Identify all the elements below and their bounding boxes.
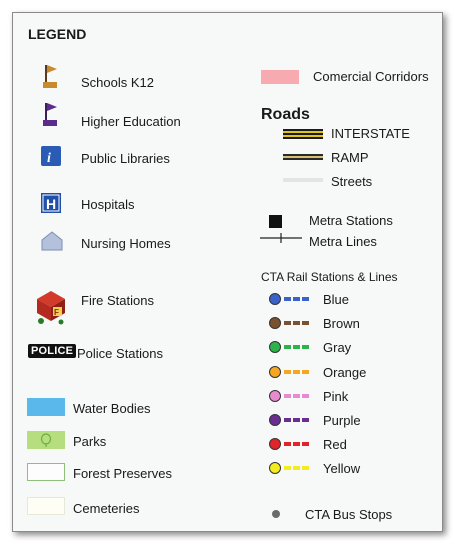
cta-line-label: Yellow — [323, 461, 361, 476]
cta-line-dash — [302, 345, 309, 349]
cta-station-circle-icon — [269, 438, 281, 450]
commercial-swatch — [261, 70, 299, 84]
roads-title: Roads — [261, 106, 310, 123]
cemeteries-label: Cemeteries — [73, 501, 140, 516]
cta-title: CTA Rail Stations & Lines — [261, 270, 398, 284]
water-bodies-label: Water Bodies — [73, 401, 151, 416]
cta-line-dash — [302, 321, 309, 325]
higher-education-label: Higher Education — [81, 114, 181, 129]
streets-line-icon — [283, 178, 323, 182]
fire-station-icon: F — [37, 291, 65, 325]
water-swatch — [27, 398, 65, 416]
cta-line-dash — [284, 321, 291, 325]
cta-line-label: Gray — [323, 340, 352, 355]
cta-line-dash — [284, 370, 291, 374]
hospitals-label: Hospitals — [81, 197, 135, 212]
cta-line-label: Blue — [323, 292, 350, 307]
cta-line-dash — [293, 370, 300, 374]
cta-line-dash — [293, 345, 300, 349]
cta-line-dash — [302, 370, 309, 374]
parks-label: Parks — [73, 434, 107, 449]
higher-education-flag-icon — [43, 103, 57, 126]
cta-line-dash — [293, 442, 300, 446]
cta-line-dash — [293, 321, 300, 325]
school-flag-icon — [43, 65, 57, 88]
library-icon: i — [41, 146, 61, 166]
cta-line-dash — [284, 442, 291, 446]
police-badge-icon: POLICE — [28, 344, 77, 358]
cta-line-label: Brown — [323, 316, 360, 331]
cta-station-circle-icon — [269, 317, 281, 329]
cta-station-circle-icon — [269, 462, 281, 474]
bus-stop-icon — [272, 510, 280, 518]
interstate-line-icon — [283, 129, 323, 139]
police-stations-label: Police Stations — [77, 346, 163, 361]
legend-panel: LEGEND Schools K12 Higher Education i Pu… — [12, 12, 443, 532]
cemeteries-swatch — [27, 497, 65, 515]
streets-label: Streets — [331, 174, 373, 189]
bus-stops-label: CTA Bus Stops — [305, 507, 393, 522]
cta-line-dash — [284, 297, 291, 301]
cta-line-dash — [293, 466, 300, 470]
metra-line-icon — [260, 233, 302, 243]
forest-swatch — [27, 463, 65, 481]
ramp-line-icon — [283, 154, 323, 160]
cta-line-label: Purple — [323, 413, 361, 428]
cta-line-dash — [302, 466, 309, 470]
metra-lines-label: Metra Lines — [309, 234, 377, 249]
metra-stations-label: Metra Stations — [309, 213, 393, 228]
cta-line-dash — [302, 394, 309, 398]
cta-station-circle-icon — [269, 341, 281, 353]
cta-line-dash — [284, 394, 291, 398]
cta-line-dash — [293, 394, 300, 398]
metra-station-icon — [269, 215, 282, 228]
fire-stations-label: Fire Stations — [81, 293, 154, 308]
svg-text:H: H — [46, 196, 56, 212]
cta-line-dash — [302, 442, 309, 446]
cta-line-dash — [284, 418, 291, 422]
cta-line-label: Red — [323, 437, 347, 452]
cta-line-dash — [293, 418, 300, 422]
svg-text:i: i — [47, 151, 51, 166]
cta-station-circle-icon — [269, 293, 281, 305]
commercial-label: Comercial Corridors — [313, 69, 429, 84]
cta-line-dash — [284, 466, 291, 470]
cta-line-dash — [284, 345, 291, 349]
legend-title: LEGEND — [28, 26, 87, 42]
cta-line-label: Orange — [323, 365, 367, 380]
nursing-homes-label: Nursing Homes — [81, 236, 171, 251]
nursing-home-icon — [41, 231, 63, 251]
cta-line-label: Pink — [323, 389, 349, 404]
schools-label: Schools K12 — [81, 75, 154, 90]
cta-line-dash — [293, 297, 300, 301]
cta-station-circle-icon — [269, 390, 281, 402]
cta-station-circle-icon — [269, 414, 281, 426]
forest-preserves-label: Forest Preserves — [73, 466, 172, 481]
cta-line-dash — [302, 297, 309, 301]
svg-text:F: F — [54, 308, 59, 317]
cta-station-circle-icon — [269, 366, 281, 378]
libraries-label: Public Libraries — [81, 151, 170, 166]
ramp-label: RAMP — [331, 150, 369, 165]
interstate-label: INTERSTATE — [331, 126, 410, 141]
hospital-icon: H — [41, 193, 61, 213]
tree-icon — [40, 433, 52, 447]
cta-line-dash — [302, 418, 309, 422]
